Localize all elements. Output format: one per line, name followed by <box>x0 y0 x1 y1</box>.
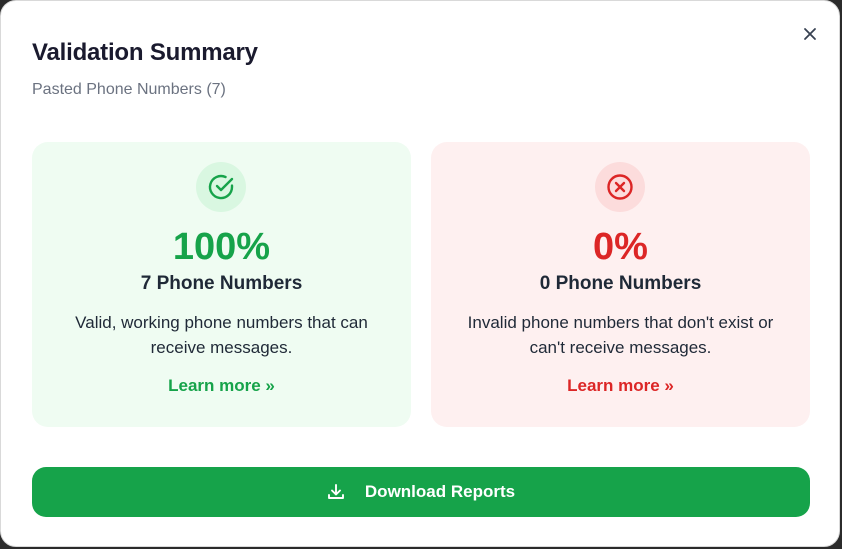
valid-badge <box>196 162 246 212</box>
download-icon <box>327 483 345 501</box>
valid-count: 7 Phone Numbers <box>140 273 303 294</box>
invalid-percent: 0% <box>593 226 648 268</box>
valid-percent: 100% <box>172 226 271 268</box>
download-reports-button[interactable]: Download Reports <box>32 467 810 517</box>
x-circle-icon <box>607 174 633 200</box>
close-button[interactable] <box>799 23 821 45</box>
close-icon <box>804 28 816 40</box>
invalid-count: 0 Phone Numbers <box>539 273 702 294</box>
modal-subtitle: Pasted Phone Numbers (7) <box>32 81 226 98</box>
modal-title: Validation Summary <box>32 39 258 66</box>
invalid-learn-more-link[interactable]: Learn more » <box>431 376 810 396</box>
download-reports-label: Download Reports <box>364 482 516 501</box>
invalid-description: Invalid phone numbers that don't exist o… <box>467 313 774 357</box>
validation-summary-modal: Validation Summary Pasted Phone Numbers … <box>0 0 840 547</box>
invalid-badge <box>595 162 645 212</box>
check-circle-icon <box>208 174 234 200</box>
valid-numbers-card: 100% 7 Phone Numbers Valid, working phon… <box>32 142 411 427</box>
invalid-numbers-card: 0% 0 Phone Numbers Invalid phone numbers… <box>431 142 810 427</box>
valid-learn-more-link[interactable]: Learn more » <box>32 376 411 396</box>
valid-description: Valid, working phone numbers that can re… <box>75 313 368 357</box>
